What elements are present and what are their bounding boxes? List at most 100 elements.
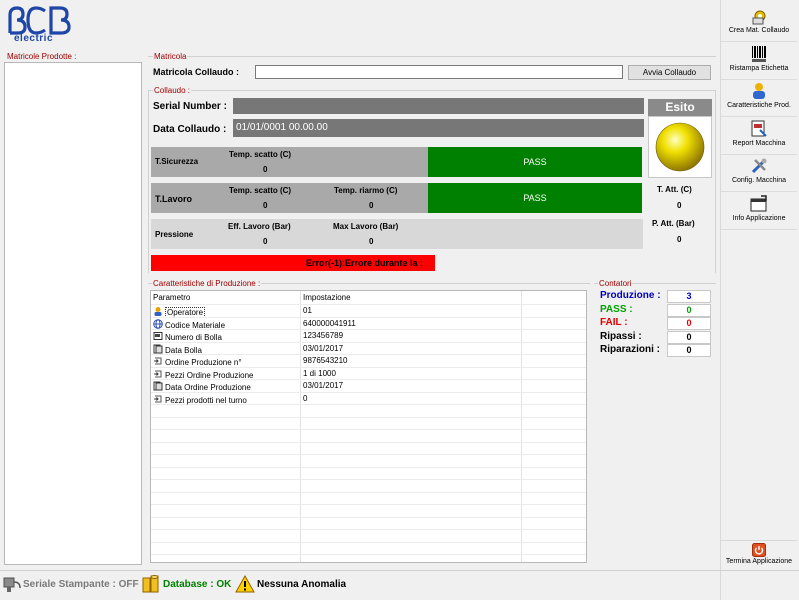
esito-label: Esito <box>648 99 712 116</box>
table-row[interactable]: Data Ordine Produzione 03/01/2017 <box>151 380 586 393</box>
safety-temp-label: Temp. scatto (C) <box>229 150 292 159</box>
row-param-text: Numero di Bolla <box>165 333 222 342</box>
produced-serials-list[interactable] <box>4 62 142 565</box>
table-row[interactable]: Ordine Produzione n° 9876543210 <box>151 355 586 368</box>
row-value: 640000041911 <box>303 318 356 328</box>
table-row[interactable]: Operatore 01 <box>151 305 586 318</box>
printer-status: Seriale Stampante : OFF <box>23 579 139 590</box>
toolbar-button-tools[interactable]: Config. Macchina <box>721 156 797 192</box>
table-row[interactable]: Data Bolla 03/01/2017 <box>151 343 586 355</box>
exit-label: Termina Applicazione <box>725 558 793 565</box>
toolbar-label: Report Macchina <box>732 139 786 147</box>
test-date-label: Data Collaudo : <box>153 124 227 135</box>
empty-row <box>151 518 586 530</box>
counter-value: 3 <box>667 290 711 303</box>
pressure-eff-label: Eff. Lavoro (Bar) <box>228 222 291 231</box>
order-icon <box>154 357 162 365</box>
toolbar-label: Config. Macchina <box>731 177 787 184</box>
safety-result: PASS <box>428 147 642 177</box>
toolbar-button-barcode[interactable]: Ristampa Etichetta <box>721 44 797 80</box>
pressure-eff-value: 0 <box>263 237 268 246</box>
row-param-text: Data Bolla <box>165 345 202 355</box>
t-att-value: 0 <box>677 201 682 210</box>
safety-temp-value: 0 <box>263 165 268 174</box>
user-icon <box>154 307 162 316</box>
work-rearm-value: 0 <box>369 201 374 210</box>
row-param: Data Ordine Produzione <box>153 381 301 392</box>
exit-button[interactable]: Termina Applicazione <box>721 540 797 568</box>
matricola-label: Matricola Collaudo : <box>153 67 240 77</box>
counters-group-title: Contatori <box>598 279 633 288</box>
toolbar-button-info[interactable]: Info Applicazione <box>721 194 797 230</box>
table-header: Parametro Impostazione <box>151 291 586 305</box>
counter-label: Riparazioni : <box>600 344 661 355</box>
order-icon <box>154 395 162 402</box>
counter-label: FAIL : <box>600 317 628 328</box>
power-icon <box>752 543 766 557</box>
toolbar-button-gear[interactable]: Crea Mat. Collaudo <box>721 6 797 42</box>
row-param: Codice Materiale <box>153 318 301 330</box>
produced-serials-title: Matricole Prodotte : <box>7 52 77 61</box>
toolbar-label: Crea Mat. Collaudo <box>728 27 790 34</box>
row-value: 01 <box>303 306 312 315</box>
empty-row <box>151 555 586 562</box>
row-param: Numero di Bolla <box>153 331 301 342</box>
counter-label: PASS : <box>600 303 633 315</box>
production-table[interactable]: Parametro Impostazione Operatore 01 Codice… <box>150 290 587 563</box>
order-icon <box>154 370 162 377</box>
row-param-text: Pezzi Ordine Produzione <box>165 370 254 380</box>
error-bar: Error(-1):Errore durante la : <box>151 255 435 271</box>
work-rearm-label: Temp. riarmo (C) <box>334 186 398 195</box>
row-param-text: Ordine Produzione n° <box>165 358 242 367</box>
brand-sub: electric <box>14 33 54 44</box>
serial-number-label: Serial Number : <box>153 101 227 112</box>
row-value: 0 <box>303 393 308 403</box>
counter-label: Ripassi : <box>600 330 642 342</box>
anomaly-status: Nessuna Anomalia <box>257 579 347 590</box>
counter-value: 0 <box>667 344 711 357</box>
toolbar-button-user[interactable]: Caratteristiche Prod. <box>721 81 797 117</box>
start-test-button[interactable]: Avvia Collaudo <box>628 65 711 80</box>
row-param: Pezzi Ordine Produzione <box>153 369 301 380</box>
info-icon <box>750 194 767 211</box>
row-param-text: Codice Materiale <box>165 320 226 330</box>
gear-icon <box>752 10 766 25</box>
table-row[interactable]: Codice Materiale 640000041911 <box>151 318 586 330</box>
row-value: 03/01/2017 <box>303 343 344 353</box>
pressure-max-value: 0 <box>369 237 374 246</box>
matricola-input[interactable] <box>255 65 623 79</box>
header-value: Impostazione <box>303 293 351 302</box>
status-led-icon <box>655 122 705 172</box>
empty-row <box>151 468 586 480</box>
matricola-group-title: Matricola <box>153 52 188 61</box>
row-param-text: Data Ordine Produzione <box>165 383 251 392</box>
p-att-label: P. Att. (Bar) <box>652 219 695 228</box>
database-icon <box>142 575 159 593</box>
table-row[interactable]: Pezzi prodotti nel turno 0 <box>151 393 586 405</box>
p-att-value: 0 <box>677 235 682 244</box>
work-result: PASS <box>428 183 642 213</box>
esito-panel <box>648 116 712 178</box>
empty-row <box>151 493 586 505</box>
safety-test-label: T.Sicurezza <box>155 157 199 166</box>
row-param: Operatore <box>153 306 301 317</box>
row-param-text: Pezzi prodotti nel turno <box>165 395 247 405</box>
row-param: Ordine Produzione n° <box>153 356 301 367</box>
row-param-text: Operatore <box>165 307 206 317</box>
test-date-value: 01/01/0001 00.00.00 <box>233 119 644 137</box>
toolbar-button-report[interactable]: Report Macchina <box>721 119 797 155</box>
printer-cable-icon <box>3 577 21 592</box>
report-icon <box>751 120 767 137</box>
empty-row <box>151 530 586 543</box>
empty-row <box>151 418 586 430</box>
empty-row <box>151 480 586 493</box>
empty-row <box>151 505 586 518</box>
empty-row <box>151 430 586 443</box>
header-param: Parametro <box>153 293 191 302</box>
table-row[interactable]: Pezzi Ordine Produzione 1 di 1000 <box>151 368 586 380</box>
table-row[interactable]: Numero di Bolla 123456789 <box>151 330 586 343</box>
t-att-label: T. Att. (C) <box>657 185 692 194</box>
empty-row <box>151 405 586 418</box>
document-icon <box>153 332 163 340</box>
counter-label: Produzione : <box>600 290 661 301</box>
